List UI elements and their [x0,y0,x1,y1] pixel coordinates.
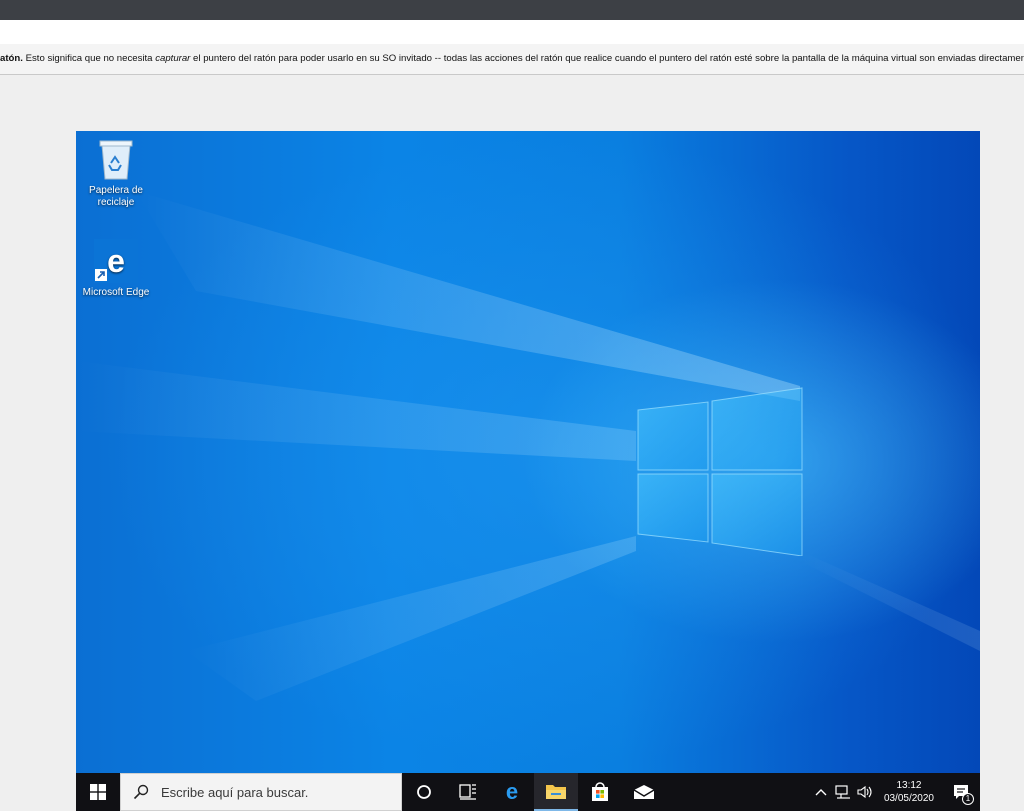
chevron-up-icon [815,789,827,796]
task-view-icon [459,784,476,800]
system-tray: 13:12 03/05/2020 1 [810,773,980,811]
tray-overflow-button[interactable] [810,773,832,811]
mouse-integration-notice: atón. Esto significa que no necesita cap… [0,44,1024,75]
notice-bold: atón. [0,53,23,64]
taskbar-store-button[interactable] [578,773,622,811]
edge-label: Microsoft Edge [82,287,150,298]
edge-icon: e [506,781,518,803]
start-button[interactable] [76,773,120,811]
windows-start-icon [90,784,106,800]
desktop-icon-recycle-bin[interactable]: Papelera de reciclaje [76,137,156,209]
recycle-bin-label: Papelera de reciclaje [89,185,143,208]
notice-pre: Esto significa que no necesita [22,53,156,64]
host-toolbar-area [0,20,1024,44]
search-icon [133,784,149,800]
taskbar-clock[interactable]: 13:12 03/05/2020 [876,779,942,805]
windows-logo-wallpaper [637,387,803,556]
tray-network-button[interactable] [832,773,854,811]
clock-time: 13:12 [896,780,922,791]
search-input[interactable] [159,783,393,801]
cortana-icon [417,785,431,799]
desktop-icon-edge[interactable]: e Microsoft Edge [76,239,156,299]
tray-volume-button[interactable] [854,773,876,811]
taskbar-edge-button[interactable]: e [490,773,534,811]
network-icon [835,785,850,799]
store-icon [592,782,608,801]
taskbar-file-explorer-button[interactable] [534,773,578,811]
clock-date: 03/05/2020 [883,793,934,804]
notification-count-badge: 1 [962,793,974,805]
volume-icon [857,785,872,799]
taskbar: e [76,773,980,811]
svg-text:e: e [506,781,518,803]
host-title-bar [0,0,1024,20]
taskbar-task-view-button[interactable] [446,773,490,811]
guest-desktop[interactable]: Papelera de reciclaje e Microsoft Edge E… [76,131,980,811]
notice-post: el puntero del ratón para poder usarlo e… [190,53,1024,64]
svg-text:e: e [107,243,125,279]
folder-icon [546,785,566,799]
recycle-bin-icon [99,140,133,180]
taskbar-search-box[interactable] [120,773,402,811]
action-center-button[interactable]: 1 [942,773,980,811]
wallpaper-light-beams [76,191,980,701]
edge-icon: e [94,239,138,283]
notice-italic: capturar [155,53,191,64]
taskbar-mail-button[interactable] [622,773,666,811]
taskbar-cortana-button[interactable] [402,773,446,811]
mail-icon [633,785,655,799]
